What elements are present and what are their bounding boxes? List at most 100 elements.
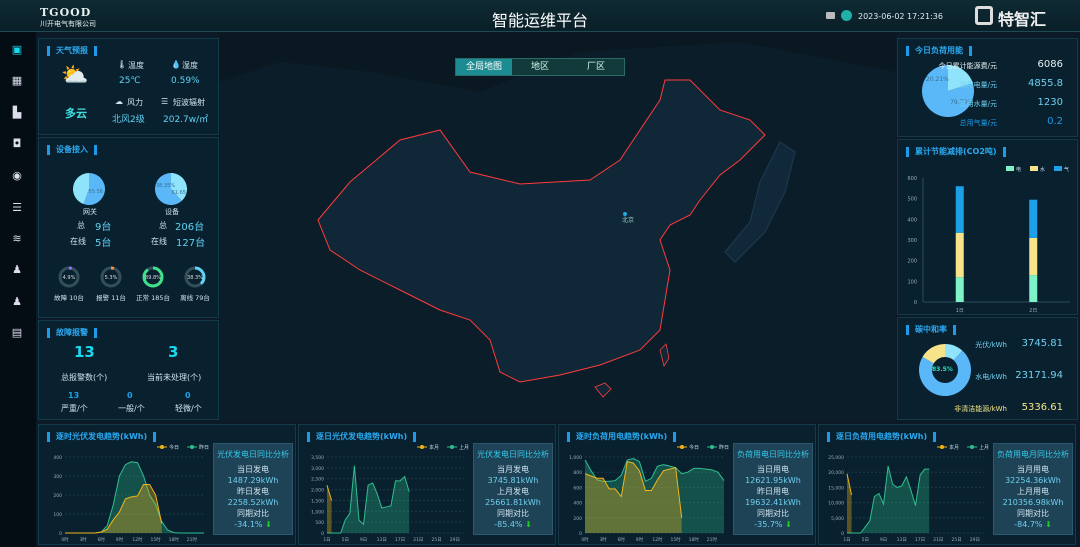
humidity-label: 湿度: [182, 61, 198, 70]
yoy-label: 同期对比: [757, 509, 789, 518]
y-tick-label: 0: [59, 531, 62, 537]
report-icon[interactable]: ▤: [11, 327, 23, 339]
load-pie: 20.21%79.79%: [922, 65, 974, 117]
y-tick-label: 1,500: [311, 498, 324, 504]
previous-value: 2258.52kWh: [227, 498, 279, 507]
fullscreen-icon[interactable]: ▣: [11, 44, 23, 56]
previous-value: 25661.81kWh: [485, 498, 541, 507]
y-tick-label: 0: [321, 531, 324, 537]
x-tick-label: 2日: [1029, 308, 1037, 314]
x-tick-label: 1日: [323, 537, 330, 543]
total-alarms-label: 总报警数(个): [61, 373, 108, 382]
ring-label: 正常 185台: [136, 294, 170, 302]
panel-title: 故障报警: [47, 328, 97, 338]
y-tick-label: 0: [841, 531, 844, 537]
yoy-label: 同期对比: [497, 509, 529, 518]
pie-label: 20.21%: [926, 76, 949, 83]
header: TGOOD 川开电气有限公司 智能运维平台 2023-06-02 17:21:3…: [0, 0, 1080, 32]
comparison-title: 光伏发电日同比分析: [477, 450, 549, 459]
yoy-label: 同期对比: [1017, 509, 1049, 518]
panel-title: 逐时光伏发电趋势(kWh): [47, 432, 157, 442]
y-tick-label: 500: [315, 520, 324, 526]
arrow-down-icon: ⬇: [1045, 520, 1052, 529]
target-icon[interactable]: ◉: [11, 170, 23, 182]
y-tick-label: 600: [573, 485, 582, 491]
y-tick-label: 2,000: [311, 488, 324, 494]
trend-panel: 逐时光伏发电趋势(kWh) 0 100 200 300 400 0时 3时 6时 9时 12时 15…: [38, 424, 296, 545]
saving-panel: 累计节能减排(CO2吨) 电 水 气 0 100 200 300 400 500 600 1日 2日: [897, 139, 1078, 315]
user-icon[interactable]: [841, 10, 852, 21]
user-icon[interactable]: ♟: [11, 264, 23, 276]
legend-marker[interactable]: [450, 445, 454, 449]
server-icon[interactable]: ☰: [11, 202, 23, 214]
y-tick-label: 15,000: [828, 485, 844, 491]
yoy-value: -84.7%: [1014, 520, 1043, 529]
map-view[interactable]: 北京: [220, 32, 896, 420]
load-row-value: 4855.8: [1028, 78, 1063, 89]
total-alarms: 13: [74, 343, 95, 361]
user-alt-icon[interactable]: ♟: [11, 296, 23, 308]
legend-label: 气: [1064, 166, 1069, 173]
panel-title: 逐日负荷用电趋势(kWh): [827, 432, 937, 442]
equipment-total-label: 总: [159, 221, 167, 230]
legend-label: 电: [1016, 166, 1021, 173]
x-tick-label: 12时: [652, 536, 663, 543]
radiation-value: 202.7w/㎡: [163, 115, 209, 125]
device-icon[interactable]: ◘: [11, 138, 23, 150]
legend-label: 水: [1040, 166, 1045, 173]
building-icon[interactable]: ▙: [11, 107, 23, 119]
load-row-label: 总用水量/元: [959, 100, 997, 108]
x-tick-label: 18时: [169, 536, 180, 543]
minor-count: 0: [185, 391, 191, 400]
equipment-online-label: 在线: [151, 237, 167, 246]
pending-alarms-label: 当前未处理(个): [147, 373, 202, 382]
temp-value: 25℃: [119, 76, 141, 86]
minor-label: 轻微/个: [175, 404, 202, 413]
previous-value: 210356.98kWh: [1002, 498, 1064, 507]
x-tick-label: 21时: [187, 536, 198, 543]
panel-title: 今日负荷用能: [906, 46, 972, 56]
legend-marker[interactable]: [970, 445, 974, 449]
tab-factory[interactable]: 厂区: [568, 59, 624, 75]
legend-marker[interactable]: [190, 445, 194, 449]
y-tick-label: 200: [573, 516, 582, 522]
legend-marker[interactable]: [940, 445, 944, 449]
carbon-rate: 83.5%: [932, 366, 953, 373]
x-tick-label: 9日: [360, 537, 367, 543]
x-tick-label: 15时: [151, 536, 162, 543]
equipment-label: 设备: [165, 208, 179, 216]
monitor-icon[interactable]: [826, 12, 835, 19]
layers-icon[interactable]: ≋: [11, 233, 23, 245]
y-tick-label: 3,500: [311, 455, 324, 461]
dashboard-icon[interactable]: ▦: [11, 75, 23, 87]
current-label: 当月用电: [1017, 465, 1049, 474]
legend-marker[interactable]: [420, 445, 424, 449]
x-tick-label: 6时: [98, 536, 106, 543]
legend-label: 今日: [169, 444, 179, 451]
general-label: 一般/个: [118, 404, 145, 413]
current-label: 当日用电: [757, 465, 789, 474]
legend-marker[interactable]: [680, 445, 684, 449]
y-tick-label: 20,000: [828, 470, 844, 476]
trend-panel: 逐日负荷用电趋势(kWh) 0 5,000 10,000 15,000 20,000 25…: [818, 424, 1076, 545]
legend-swatch: [1006, 166, 1014, 171]
ring-percent: 4.9%: [63, 275, 76, 281]
wind-value: 北风2级: [112, 115, 145, 125]
legend-label: 本月: [429, 444, 439, 451]
arrow-down-icon: ⬇: [525, 520, 532, 529]
tab-region[interactable]: 地区: [512, 59, 568, 75]
current-value: 12621.95kWh: [745, 476, 801, 485]
ring-percent: 89.8%: [145, 275, 161, 281]
trend-panel: 逐日光伏发电趋势(kWh) 0 500 1,000 1,500 2,000 2,500 3,…: [298, 424, 556, 545]
comparison-box: 光伏发电日同比分析 当月发电 3745.81kWh 上月发电 25661.81k…: [473, 443, 553, 535]
comparison-title: 负荷用电月同比分析: [997, 450, 1069, 459]
cloudy-icon: ⛅: [61, 63, 89, 88]
tab-global-map[interactable]: 全局地图: [456, 59, 512, 75]
legend-marker[interactable]: [710, 445, 714, 449]
legend-marker[interactable]: [160, 445, 164, 449]
wind-icon: ☁: [115, 97, 123, 106]
current-value: 32254.36kWh: [1005, 476, 1061, 485]
x-tick-label: 13日: [897, 537, 907, 543]
trend-chart: 0 200 400 600 800 1,000 0时 3时 6时 9时 12时 15时 18时 21时 今日…: [569, 444, 729, 543]
y-tick-label: 300: [53, 474, 62, 480]
